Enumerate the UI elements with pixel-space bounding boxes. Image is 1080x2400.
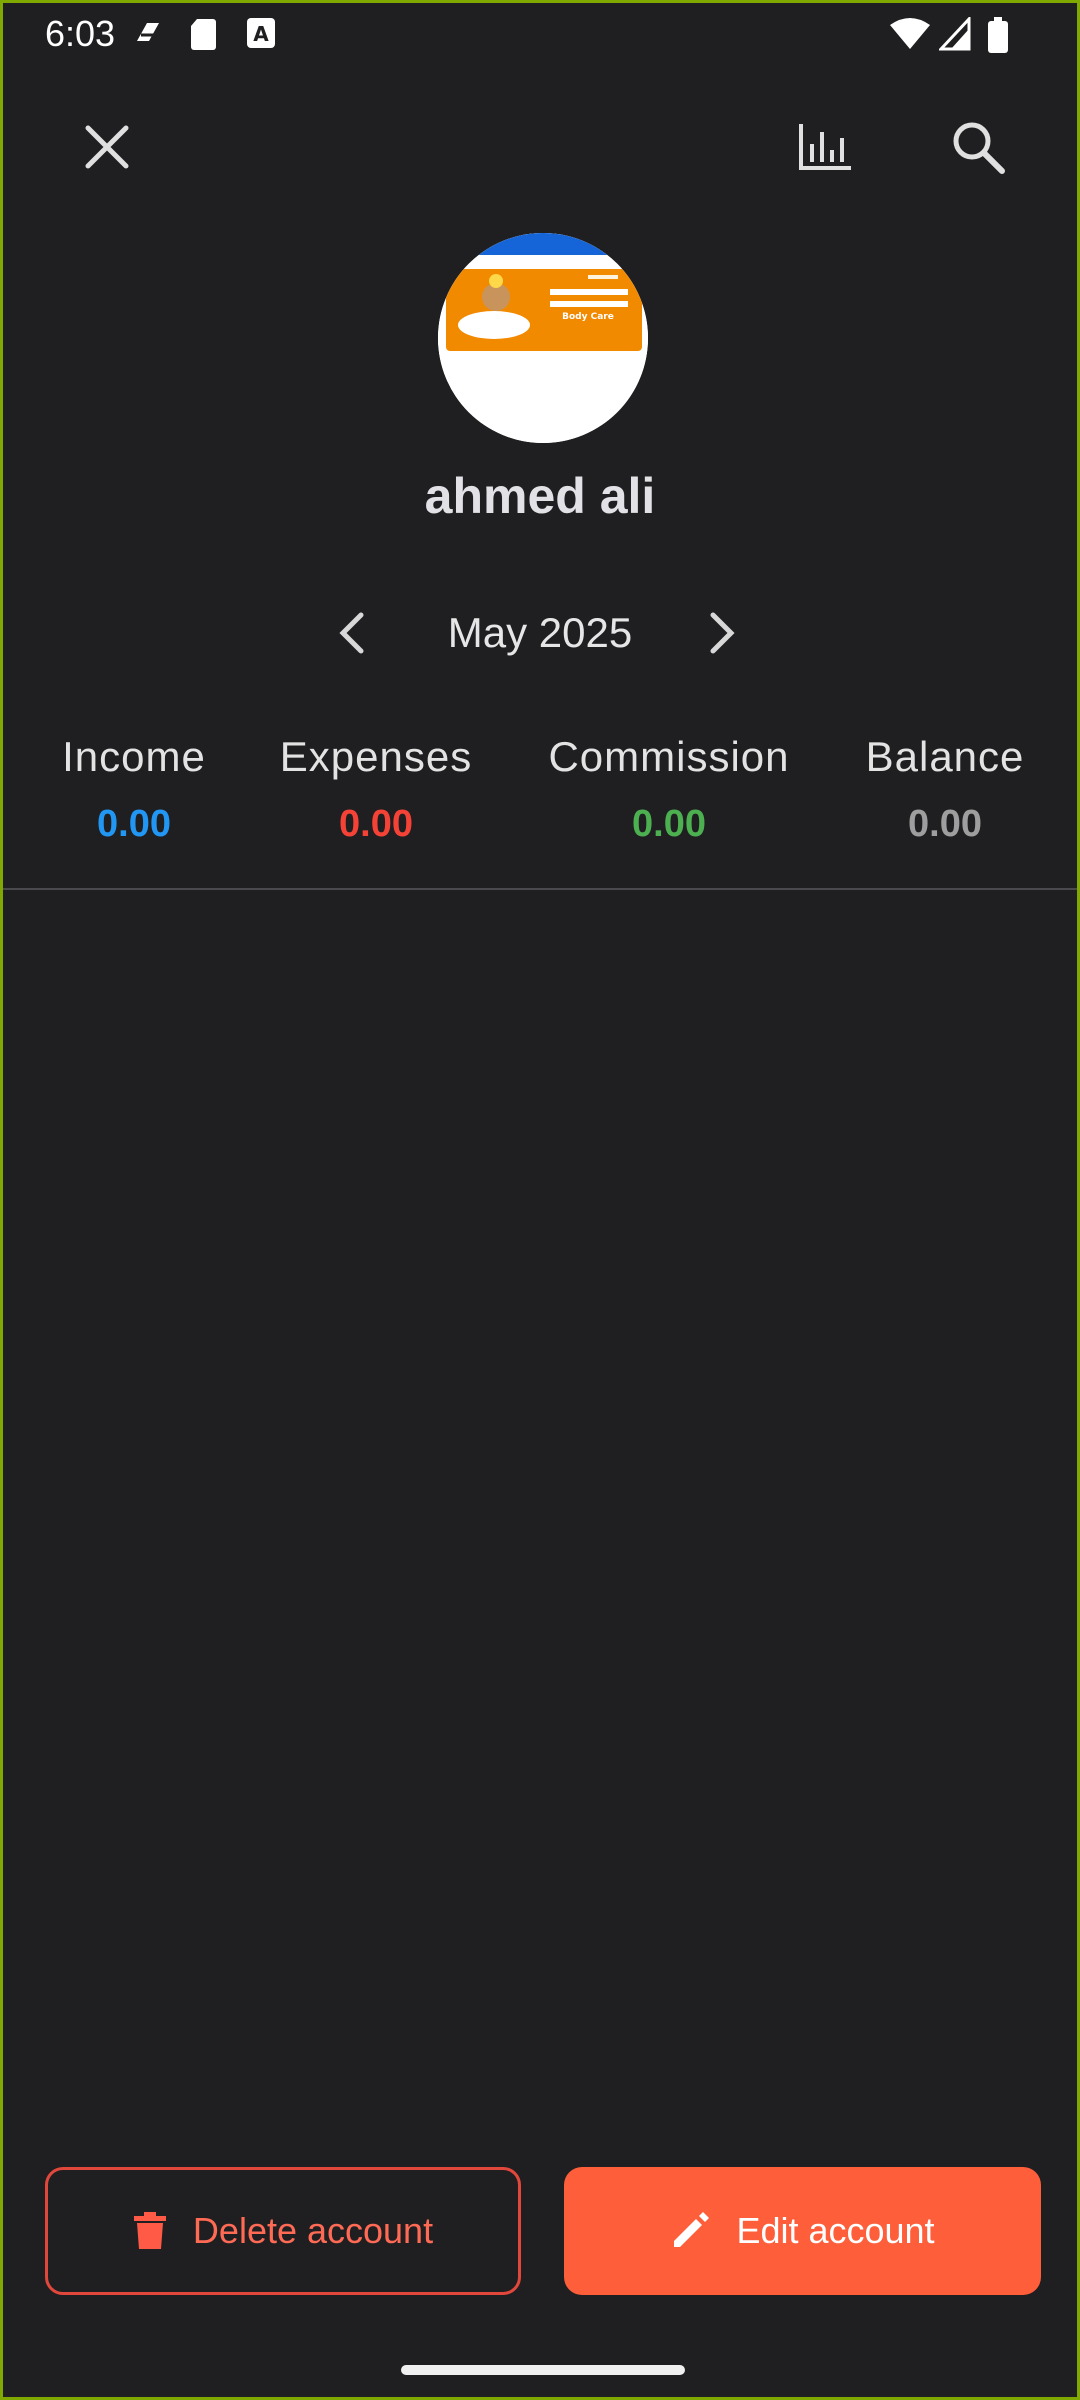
summary-value: 0.00 [97,803,171,845]
summary-income: Income 0.00 [55,733,213,846]
edit-account-button[interactable]: Edit account [564,2167,1041,2295]
summary-label: Commission [548,733,790,780]
battery-icon [987,17,1009,58]
summary-value: 0.00 [339,803,413,845]
statistics-button[interactable] [777,101,873,197]
keyboard-a-icon: A [246,17,276,54]
pencil-icon [674,2212,710,2247]
chevron-right-icon [707,611,737,660]
bar-chart-icon [797,122,853,177]
delete-account-button[interactable]: Delete account [45,2167,521,2295]
home-indicator[interactable] [401,2365,685,2375]
month-label: May 2025 [447,609,633,656]
summary-value: 0.00 [908,803,982,845]
summary-divider [3,888,1077,890]
search-button[interactable] [930,101,1026,197]
avatar[interactable]: Body Care [438,233,648,443]
signal-icon [937,15,971,56]
summary-balance: Balance 0.00 [855,733,1035,846]
avatar-image: Body Care [438,233,648,443]
status-bar: 6:03 A [3,3,1077,67]
account-name: ahmed ali [424,468,656,524]
month-navigator: May 2025 [3,599,1077,671]
avatar-brand-text: Body Care [562,312,614,322]
search-icon [950,119,1006,180]
summary-expenses: Expenses 0.00 [275,733,477,846]
trash-icon [133,2212,166,2249]
close-icon [82,122,132,177]
transactions-list[interactable] [3,893,1077,2143]
summary-value: 0.00 [632,803,706,845]
summary-label: Expenses [279,733,473,780]
summary-label: Income [62,733,206,780]
sd-card-icon [189,17,217,56]
summary-commission: Commission 0.00 [537,733,801,846]
edit-account-label: Edit account [736,2210,935,2251]
svg-text:A: A [253,22,269,46]
wifi-icon [889,17,931,56]
next-month-button[interactable] [686,599,758,671]
close-button[interactable] [59,101,155,197]
notification-icon [133,17,163,52]
summary-label: Balance [865,733,1025,780]
delete-account-label: Delete account [192,2210,434,2251]
status-time: 6:03 [45,13,116,54]
summary-row: Income 0.00 Expenses 0.00 Commission 0.0… [3,733,1077,863]
account-details-screen: 6:03 A Body Care ahmed ali May 2025 Inco… [0,0,1080,2400]
